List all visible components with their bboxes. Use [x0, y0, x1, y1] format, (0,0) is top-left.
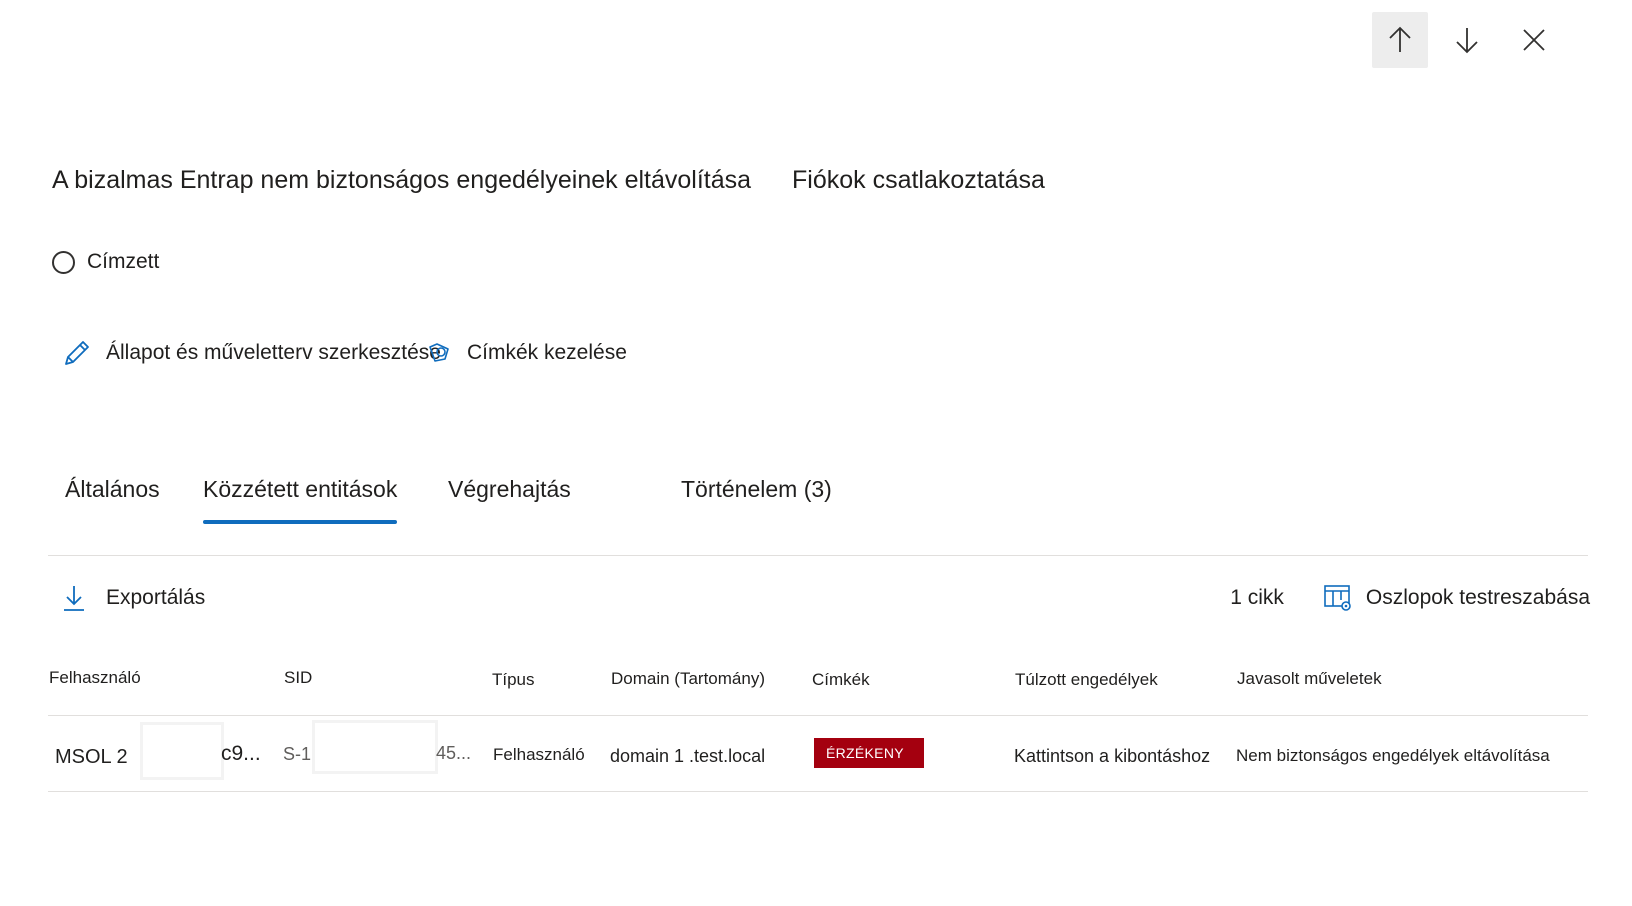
table-row[interactable]: MSOL 2 c9... S-1 45... Felhasználó domai…: [48, 716, 1588, 792]
cell-type: Felhasználó: [493, 745, 585, 764]
sensitive-tag-badge: ÉRZÉKENY: [814, 738, 924, 768]
tag-icon: [429, 343, 449, 362]
column-header-type[interactable]: Típus: [492, 670, 535, 690]
cell-sid-suffix: 45...: [436, 743, 472, 763]
column-header-tags[interactable]: Címkék: [812, 670, 870, 690]
tab-history[interactable]: Történelem (3): [661, 476, 852, 532]
edit-status-button[interactable]: Állapot és műveletterv szerkesztése: [62, 338, 441, 368]
redacted-area: [312, 720, 438, 774]
page-subtitle: Fiókok csatlakoztatása: [792, 166, 1045, 194]
column-header-user[interactable]: Felhasználó: [49, 668, 141, 688]
previous-item-button[interactable]: [1372, 12, 1428, 68]
page-header: A bizalmas Entrap nem biztonságos engedé…: [52, 166, 1045, 195]
item-count: 1 cikk: [1230, 586, 1284, 609]
redacted-area: [140, 722, 224, 780]
action-bar: Állapot és műveletterv szerkesztése Címk…: [62, 338, 627, 368]
cell-suggested-action: Nem biztonságos engedélyek eltávolítása: [1236, 746, 1550, 765]
cell-user-suffix: c9...: [221, 742, 261, 765]
table-header: Felhasználó SID Típus Domain (Tartomány)…: [48, 640, 1588, 716]
status-circle-icon: [52, 250, 75, 274]
cell-sid-prefix: S-1: [283, 744, 312, 764]
export-label: Exportálás: [106, 586, 206, 609]
customize-columns-label: Oszlopok testreszabása: [1365, 586, 1590, 609]
tab-execution[interactable]: Végrehajtás: [428, 476, 591, 532]
edit-status-label: Állapot és műveletterv szerkesztése: [106, 341, 441, 364]
status-label: Címzett: [87, 250, 160, 273]
column-header-domain[interactable]: Domain (Tartomány): [611, 669, 765, 689]
tab-general[interactable]: Általános: [45, 476, 180, 532]
cell-domain: domain 1 .test.local: [610, 746, 766, 766]
arrow-up-icon: [1389, 26, 1411, 52]
cell-user-prefix: MSOL 2: [55, 746, 128, 768]
download-icon: [64, 586, 84, 611]
manage-tags-label: Címkék kezelése: [466, 341, 627, 364]
manage-tags-button[interactable]: Címkék kezelése: [427, 341, 627, 365]
table-toolbar: Exportálás 1 cikk Oszlopok testreszabása: [60, 578, 1590, 618]
next-item-button[interactable]: [1439, 12, 1495, 68]
cell-excess-permissions[interactable]: Kattintson a kibontáshoz: [1014, 746, 1210, 767]
arrow-down-icon: [1456, 28, 1478, 54]
column-header-suggested-actions[interactable]: Javasolt műveletek: [1237, 669, 1382, 689]
column-header-excess-permissions[interactable]: Túlzott engedélyek: [1015, 670, 1158, 690]
customize-columns-button[interactable]: Oszlopok testreszabása: [1322, 582, 1590, 614]
column-header-sid[interactable]: SID: [284, 668, 312, 688]
tab-bar: Általános Közzétett entitások Végrehajtá…: [48, 476, 1588, 556]
entities-table: Felhasználó SID Típus Domain (Tartomány)…: [48, 640, 1588, 792]
pencil-icon: [65, 341, 89, 365]
tab-published-entities[interactable]: Közzétett entitások: [183, 476, 417, 532]
export-button[interactable]: Exportálás: [60, 584, 205, 612]
table-settings-icon: [1324, 585, 1351, 611]
close-button[interactable]: [1506, 12, 1562, 68]
page-title: A bizalmas Entrap nem biztonságos engedé…: [52, 166, 752, 194]
status-indicator: Címzett: [52, 250, 159, 274]
close-icon: [1523, 29, 1545, 51]
